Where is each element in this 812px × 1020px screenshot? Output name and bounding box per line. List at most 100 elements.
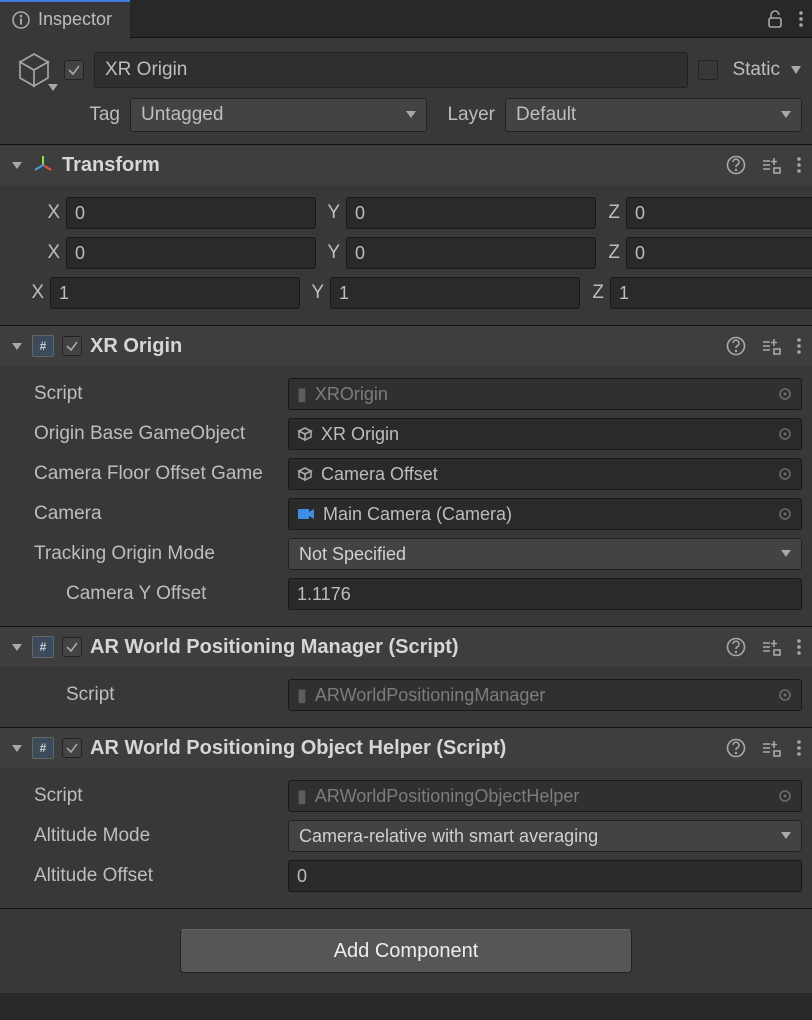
- tracking-mode-label: Tracking Origin Mode: [10, 543, 280, 565]
- lock-icon[interactable]: [766, 9, 784, 29]
- kebab-icon[interactable]: [796, 336, 802, 356]
- script-icon: #: [32, 636, 54, 658]
- camera-label: Camera: [10, 503, 280, 525]
- camera-y-offset-input[interactable]: [288, 578, 802, 610]
- object-picker-icon[interactable]: [777, 466, 793, 482]
- wpm-header[interactable]: # AR World Positioning Manager (Script): [0, 627, 812, 667]
- help-icon[interactable]: [726, 637, 746, 657]
- x-label: X: [42, 202, 60, 224]
- scale-y-input[interactable]: [330, 277, 580, 309]
- tag-dropdown[interactable]: Untagged: [130, 98, 427, 132]
- kebab-icon[interactable]: [796, 637, 802, 657]
- transform-component: Transform Position X Y Z Rotation X Y Z …: [0, 144, 812, 325]
- transform-header[interactable]: Transform: [0, 145, 812, 185]
- gameobject-icon[interactable]: [14, 50, 54, 90]
- static-label: Static: [732, 59, 780, 81]
- rotation-row: Rotation X Y Z: [10, 233, 802, 273]
- wpm-script-field: ▮ARWorldPositioningManager: [288, 679, 802, 711]
- xr-origin-title: XR Origin: [90, 335, 718, 358]
- check-icon: [64, 740, 80, 756]
- position-y-input[interactable]: [346, 197, 596, 229]
- object-picker-icon[interactable]: [777, 687, 793, 703]
- preset-icon[interactable]: [760, 336, 782, 356]
- altitude-offset-input[interactable]: [288, 860, 802, 892]
- help-icon[interactable]: [726, 336, 746, 356]
- origin-base-label: Origin Base GameObject: [10, 423, 280, 445]
- position-row: Position X Y Z: [10, 193, 802, 233]
- chevron-down-icon: [781, 550, 791, 558]
- check-icon: [66, 62, 82, 78]
- chevron-down-icon: [781, 111, 791, 119]
- tracking-mode-dropdown[interactable]: Not Specified: [288, 538, 802, 570]
- gameobject-active-checkbox[interactable]: [64, 60, 84, 80]
- wph-script-field: ▮ARWorldPositioningObjectHelper: [288, 780, 802, 812]
- wph-title: AR World Positioning Object Helper (Scri…: [90, 737, 718, 760]
- layer-label: Layer: [437, 104, 495, 126]
- script-label: Script: [10, 684, 280, 706]
- layer-value: Default: [516, 104, 576, 126]
- script-icon: #: [32, 335, 54, 357]
- object-picker-icon[interactable]: [777, 426, 793, 442]
- kebab-icon[interactable]: [798, 9, 804, 29]
- chevron-down-icon: [781, 832, 791, 840]
- tag-value: Untagged: [141, 104, 223, 126]
- transform-icon: [32, 154, 54, 176]
- static-checkbox[interactable]: [698, 60, 718, 80]
- xr-origin-header[interactable]: # XR Origin: [0, 326, 812, 366]
- preset-icon[interactable]: [760, 155, 782, 175]
- preset-icon[interactable]: [760, 637, 782, 657]
- scale-x-input[interactable]: [50, 277, 300, 309]
- camera-y-offset-label: Camera Y Offset: [10, 583, 280, 605]
- wpm-component: # AR World Positioning Manager (Script) …: [0, 626, 812, 727]
- origin-base-field[interactable]: XR Origin: [288, 418, 802, 450]
- altitude-mode-dropdown[interactable]: Camera-relative with smart averaging: [288, 820, 802, 852]
- z-label: Z: [602, 202, 620, 224]
- gameobject-name-input[interactable]: [94, 52, 688, 88]
- xr-origin-enabled-checkbox[interactable]: [62, 336, 82, 356]
- layer-dropdown[interactable]: Default: [505, 98, 802, 132]
- object-picker-icon[interactable]: [777, 506, 793, 522]
- chevron-down-icon[interactable]: [790, 65, 802, 75]
- position-x-input[interactable]: [66, 197, 316, 229]
- chevron-down-icon: [10, 741, 24, 755]
- gameobject-header: Static: [0, 38, 812, 94]
- wpm-title: AR World Positioning Manager (Script): [90, 636, 718, 659]
- wph-enabled-checkbox[interactable]: [62, 738, 82, 758]
- check-icon: [64, 639, 80, 655]
- camera-field[interactable]: Main Camera (Camera): [288, 498, 802, 530]
- script-label: Script: [10, 785, 280, 807]
- kebab-icon[interactable]: [796, 738, 802, 758]
- kebab-icon[interactable]: [796, 155, 802, 175]
- script-icon: #: [32, 737, 54, 759]
- transform-title: Transform: [62, 154, 718, 177]
- info-icon: [12, 11, 30, 29]
- object-picker-icon[interactable]: [777, 386, 793, 402]
- wph-component: # AR World Positioning Object Helper (Sc…: [0, 727, 812, 908]
- position-z-input[interactable]: [626, 197, 812, 229]
- chevron-down-icon: [48, 84, 58, 92]
- altitude-offset-label: Altitude Offset: [10, 865, 280, 887]
- tab-bar: Inspector: [0, 0, 812, 38]
- script-label: Script: [10, 383, 280, 405]
- scale-row: Scale X Y Z: [10, 273, 802, 313]
- script-field: ▮XROrigin: [288, 378, 802, 410]
- rotation-y-input[interactable]: [346, 237, 596, 269]
- help-icon[interactable]: [726, 738, 746, 758]
- object-picker-icon[interactable]: [777, 788, 793, 804]
- chevron-down-icon: [10, 158, 24, 172]
- rotation-z-input[interactable]: [626, 237, 812, 269]
- xr-origin-component: # XR Origin Script ▮XROrigin Origin Base…: [0, 325, 812, 626]
- rotation-x-input[interactable]: [66, 237, 316, 269]
- tag-label: Tag: [80, 104, 120, 126]
- inspector-tab[interactable]: Inspector: [0, 0, 130, 38]
- preset-icon[interactable]: [760, 738, 782, 758]
- camera-floor-field[interactable]: Camera Offset: [288, 458, 802, 490]
- add-component-button[interactable]: Add Component: [180, 929, 632, 973]
- check-icon: [64, 338, 80, 354]
- wph-header[interactable]: # AR World Positioning Object Helper (Sc…: [0, 728, 812, 768]
- help-icon[interactable]: [726, 155, 746, 175]
- y-label: Y: [322, 202, 340, 224]
- scale-z-input[interactable]: [610, 277, 812, 309]
- camera-floor-label: Camera Floor Offset Game: [10, 463, 280, 485]
- wpm-enabled-checkbox[interactable]: [62, 637, 82, 657]
